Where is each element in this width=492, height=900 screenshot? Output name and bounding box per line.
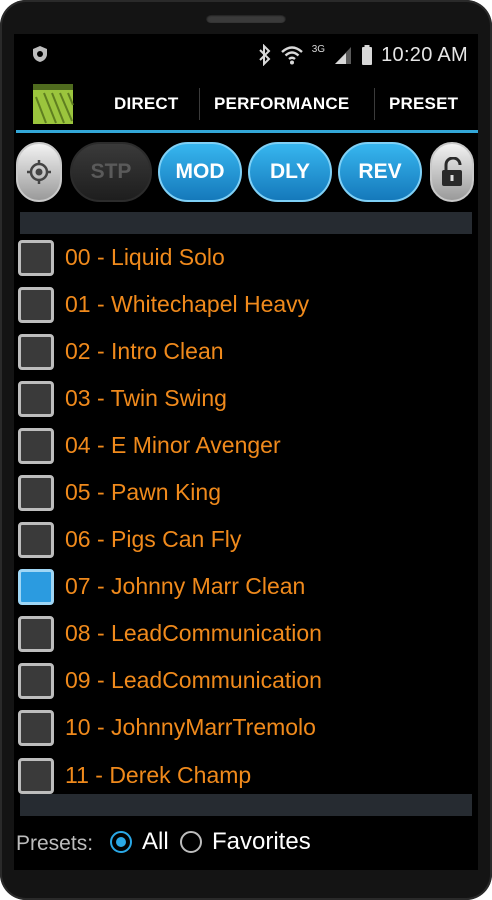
status-bar: 3G 10:20 AM [14, 34, 478, 74]
bluetooth-icon [259, 44, 271, 66]
preset-row-selected[interactable]: 07 - Johnny Marr Clean [14, 563, 478, 610]
radio-all-label[interactable]: All [142, 828, 169, 856]
preset-label: 03 - Twin Swing [65, 385, 227, 411]
preset-checkbox[interactable] [18, 710, 54, 746]
phone-frame: 3G 10:20 AM DIRECT PERFORMANCE PRESET ST… [0, 0, 492, 900]
preset-checkbox[interactable] [18, 758, 54, 794]
preset-checkbox[interactable] [18, 334, 54, 370]
effects-toolbar: STP MOD DLY REV [14, 140, 478, 204]
preset-label: 05 - Pawn King [65, 479, 221, 505]
tab-divider [374, 88, 375, 120]
stp-button[interactable]: STP [70, 142, 152, 202]
preset-label: 09 - LeadCommunication [65, 667, 322, 693]
wifi-icon [280, 46, 303, 65]
lock-button[interactable] [430, 142, 474, 202]
preset-label: 00 - Liquid Solo [65, 244, 225, 270]
preset-row[interactable]: 04 - E Minor Avenger [14, 422, 478, 469]
preset-checkbox[interactable] [18, 663, 54, 699]
tab-divider [199, 88, 200, 120]
preset-row[interactable]: 03 - Twin Swing [14, 375, 478, 422]
battery-icon [362, 45, 373, 65]
preset-row[interactable]: 02 - Intro Clean [14, 328, 478, 375]
app-logo-icon[interactable] [32, 83, 74, 125]
preset-checkbox-selected[interactable] [18, 569, 54, 605]
preset-row[interactable]: 11 - Derek Champ [14, 752, 478, 794]
preset-checkbox[interactable] [18, 522, 54, 558]
preset-label: 02 - Intro Clean [65, 338, 224, 364]
preset-checkbox[interactable] [18, 616, 54, 652]
dly-button[interactable]: DLY [248, 142, 332, 202]
preset-row[interactable]: 06 - Pigs Can Fly [14, 516, 478, 563]
preset-row[interactable]: 05 - Pawn King [14, 469, 478, 516]
radio-favorites-label[interactable]: Favorites [212, 828, 311, 856]
rev-button[interactable]: REV [338, 142, 422, 202]
preset-label: 07 - Johnny Marr Clean [65, 573, 306, 599]
preset-checkbox[interactable] [18, 287, 54, 323]
preset-row[interactable]: 00 - Liquid Solo [14, 234, 478, 281]
list-footer-bar [20, 794, 472, 816]
network-type-label: 3G [311, 44, 326, 55]
preset-label: 04 - E Minor Avenger [65, 432, 281, 458]
clock: 10:20 AM [381, 43, 468, 66]
phone-speaker [206, 14, 286, 23]
radio-favorites[interactable] [180, 831, 202, 853]
tab-preset[interactable]: PRESET [389, 78, 458, 130]
preset-label: 01 - Whitechapel Heavy [65, 291, 310, 317]
preset-row[interactable]: 09 - LeadCommunication [14, 657, 478, 704]
signal-icon [335, 47, 352, 64]
shield-icon [33, 46, 47, 62]
preset-row[interactable]: 10 - JohnnyMarrTremolo [14, 704, 478, 751]
app-screen: 3G 10:20 AM DIRECT PERFORMANCE PRESET ST… [14, 34, 478, 870]
preset-checkbox[interactable] [18, 475, 54, 511]
preset-label: 10 - JohnnyMarrTremolo [65, 714, 316, 740]
target-icon [27, 160, 51, 184]
presets-filter: Presets: All Favorites [14, 818, 478, 868]
preset-checkbox[interactable] [18, 428, 54, 464]
preset-label: 11 - Derek Champ [65, 762, 252, 788]
status-icons: 3G 10:20 AM [258, 40, 468, 70]
action-bar-divider [16, 130, 478, 133]
preset-label: 08 - LeadCommunication [65, 620, 322, 646]
list-header-bar [20, 212, 472, 234]
preset-checkbox[interactable] [18, 240, 54, 276]
tab-direct[interactable]: DIRECT [114, 78, 178, 130]
presets-filter-label: Presets: [16, 832, 94, 855]
action-bar: DIRECT PERFORMANCE PRESET [14, 78, 478, 130]
tab-performance[interactable]: PERFORMANCE [214, 78, 349, 130]
radio-all[interactable] [110, 831, 132, 853]
unlocked-padlock-icon [442, 157, 462, 186]
mod-button[interactable]: MOD [158, 142, 242, 202]
tuner-button[interactable] [16, 142, 62, 202]
preset-label: 06 - Pigs Can Fly [65, 526, 242, 552]
preset-row[interactable]: 08 - LeadCommunication [14, 610, 478, 657]
preset-list[interactable]: 00 - Liquid Solo 01 - Whitechapel Heavy … [14, 234, 478, 794]
preset-row[interactable]: 01 - Whitechapel Heavy [14, 281, 478, 328]
preset-checkbox[interactable] [18, 381, 54, 417]
